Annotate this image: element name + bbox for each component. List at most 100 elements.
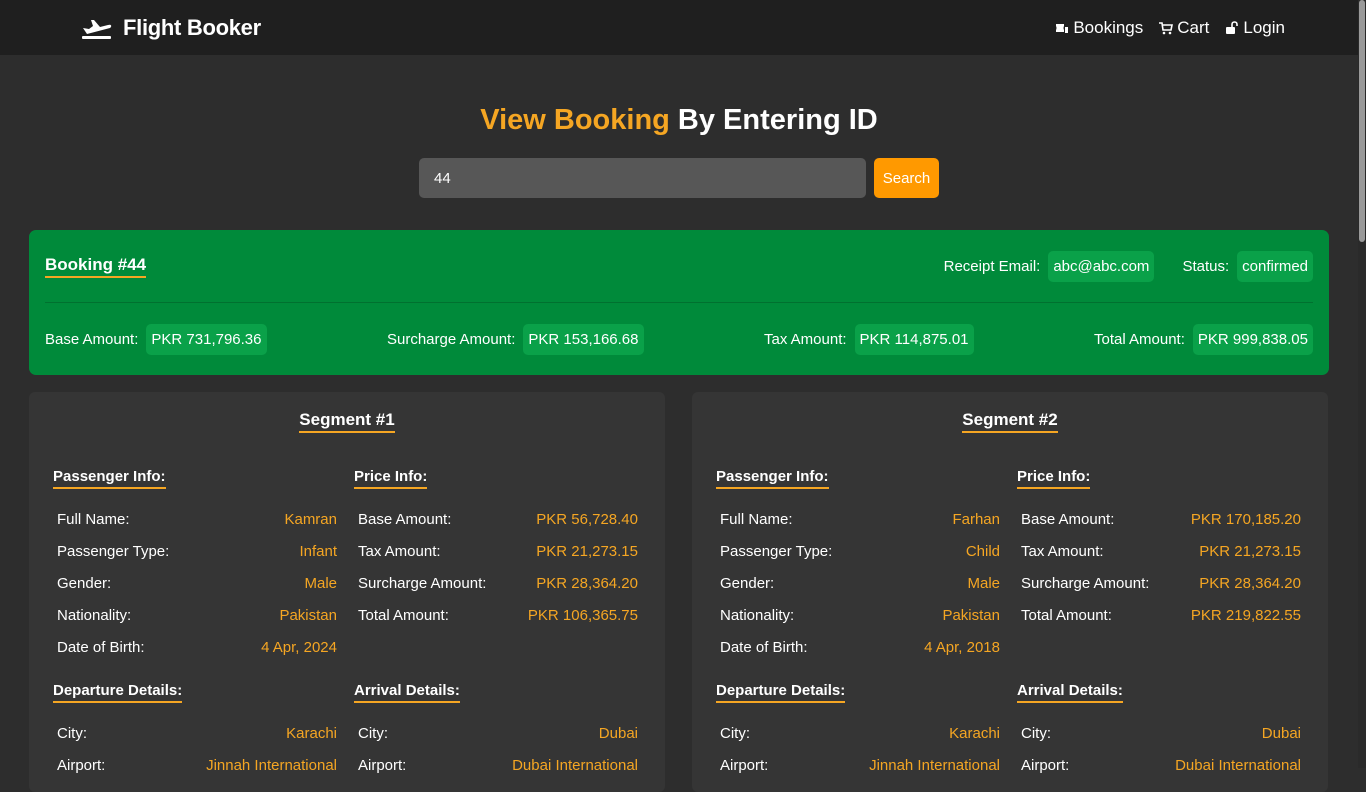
label: Total Amount: xyxy=(1021,606,1112,624)
arrival-airport: Airport: Dubai International xyxy=(1017,749,1301,781)
value: Karachi xyxy=(286,724,337,742)
arrival-airport: Airport: Dubai International xyxy=(354,749,638,781)
arrival-details: Arrival Details: City: Dubai Airport: Duba… xyxy=(1017,682,1301,781)
value: Dubai International xyxy=(1175,756,1301,774)
value: PKR 170,185.20 xyxy=(1190,510,1301,528)
label: Total Amount: xyxy=(358,606,449,624)
value: Karachi xyxy=(949,724,1000,742)
arrival-details-heading: Arrival Details: xyxy=(354,682,460,703)
unlock-icon xyxy=(1226,20,1239,34)
value: Dubai xyxy=(1261,724,1301,742)
value: Child xyxy=(965,542,1000,560)
price-info-heading: Price Info: xyxy=(354,468,428,489)
plane-icon xyxy=(82,19,112,39)
passenger-dob: Date of Birth: 4 Apr, 2018 xyxy=(716,631,1000,663)
value: Kamran xyxy=(284,510,337,528)
price-total: Total Amount: PKR 106,365.75 xyxy=(354,599,638,631)
departure-details: Departure Details: City: Karachi Airport:… xyxy=(716,682,1000,781)
label: City: xyxy=(358,724,388,742)
segment-card-2: Segment #2 Passenger Info: Full Name: Far… xyxy=(692,392,1328,792)
cart-icon xyxy=(1159,21,1174,34)
label: Surcharge Amount: xyxy=(358,574,487,592)
brand-name: Flight Booker xyxy=(123,14,261,40)
surcharge-amount: Surcharge Amount: PKR 153,166.68 xyxy=(386,323,644,355)
price-info: Price Info: Base Amount: PKR 170,185.20 T… xyxy=(1017,468,1301,631)
booking-amounts: Base Amount: PKR 731,796.36 Surcharge Am… xyxy=(45,303,1313,375)
total-amount: Total Amount: PKR 999,838.05 xyxy=(1094,323,1313,355)
passenger-type: Passenger Type: Child xyxy=(716,535,1000,567)
booking-id-input[interactable] xyxy=(419,158,866,198)
value: PKR 56,728.40 xyxy=(536,510,638,528)
value: Jinnah International xyxy=(869,756,1000,774)
departure-details-list: City: Karachi Airport: Jinnah Internationa… xyxy=(53,717,337,781)
value: PKR 28,364.20 xyxy=(1199,574,1301,592)
arrival-details-list: City: Dubai Airport: Dubai International xyxy=(354,717,638,781)
price-info-list: Base Amount: PKR 56,728.40 Tax Amount: PKR… xyxy=(354,503,638,631)
base-amount-value: PKR 731,796.36 xyxy=(146,323,267,355)
value: PKR 21,273.15 xyxy=(1199,542,1301,560)
value: Dubai xyxy=(598,724,638,742)
value: Dubai International xyxy=(512,756,638,774)
tax-amount-value: PKR 114,875.01 xyxy=(854,323,974,355)
segment-title: Segment #2 xyxy=(692,410,1328,433)
label: Airport: xyxy=(358,756,407,774)
receipt-email-value: abc@abc.com xyxy=(1048,250,1155,282)
label: Airport: xyxy=(720,756,769,774)
label: Passenger Type: xyxy=(57,542,170,560)
arrival-city: City: Dubai xyxy=(354,717,638,749)
passenger-info-heading: Passenger Info: xyxy=(53,468,166,489)
label: Surcharge Amount: xyxy=(1021,574,1150,592)
nav-bookings-label: Bookings xyxy=(1073,17,1144,37)
status-badge: confirmed xyxy=(1237,250,1313,282)
scrollbar-thumb[interactable] xyxy=(1359,0,1365,242)
arrival-details-heading: Arrival Details: xyxy=(1017,682,1123,703)
segment-title: Segment #1 xyxy=(29,410,665,433)
passenger-info-list: Full Name: Kamran Passenger Type: Infant G… xyxy=(53,503,337,663)
nav-login-link[interactable]: Login xyxy=(1225,18,1285,38)
booking-summary-card: Booking #44 Receipt Email: abc@abc.com S… xyxy=(29,230,1329,375)
nav-bookings-link[interactable]: Bookings xyxy=(1055,18,1143,38)
surcharge-amount-label: Surcharge Amount: xyxy=(386,330,516,348)
scrollbar[interactable] xyxy=(1358,0,1366,768)
label: Gender: xyxy=(57,574,112,592)
departure-city: City: Karachi xyxy=(716,717,1000,749)
passenger-full-name: Full Name: Kamran xyxy=(53,503,337,535)
nav-cart-link[interactable]: Cart xyxy=(1159,18,1209,38)
label: Nationality: xyxy=(720,606,795,624)
label: Gender: xyxy=(720,574,775,592)
price-surcharge: Surcharge Amount: PKR 28,364.20 xyxy=(1017,567,1301,599)
departure-details-heading: Departure Details: xyxy=(716,682,846,703)
passenger-type: Passenger Type: Infant xyxy=(53,535,337,567)
label: City: xyxy=(1021,724,1051,742)
value: Jinnah International xyxy=(206,756,337,774)
surcharge-amount-value: PKR 153,166.68 xyxy=(523,323,644,355)
passenger-nationality: Nationality: Pakistan xyxy=(716,599,1000,631)
tax-amount-label: Tax Amount: xyxy=(763,330,847,348)
passenger-full-name: Full Name: Farhan xyxy=(716,503,1000,535)
segment-title-text: Segment #1 xyxy=(299,410,395,433)
label: Passenger Type: xyxy=(720,542,833,560)
price-total: Total Amount: PKR 219,822.55 xyxy=(1017,599,1301,631)
arrival-details: Arrival Details: City: Dubai Airport: Duba… xyxy=(354,682,638,781)
label: Airport: xyxy=(57,756,106,774)
nav-cart-label: Cart xyxy=(1177,17,1210,37)
page-title-accent: View Booking xyxy=(480,104,670,136)
price-info: Price Info: Base Amount: PKR 56,728.40 Ta… xyxy=(354,468,638,631)
value: PKR 28,364.20 xyxy=(536,574,638,592)
search-button[interactable]: Search xyxy=(874,158,939,198)
status-label: Status: xyxy=(1182,257,1230,275)
label: Full Name: xyxy=(57,510,130,528)
total-amount-value: PKR 999,838.05 xyxy=(1192,323,1313,355)
navbar: Flight Booker Bookings Cart Login xyxy=(0,0,1366,55)
nav-login-label: Login xyxy=(1243,17,1285,37)
value: PKR 21,273.15 xyxy=(536,542,638,560)
value: Infant xyxy=(299,542,337,560)
departure-details-list: City: Karachi Airport: Jinnah Internationa… xyxy=(716,717,1000,781)
passenger-nationality: Nationality: Pakistan xyxy=(53,599,337,631)
segment-card-1: Segment #1 Passenger Info: Full Name: Kam… xyxy=(29,392,665,792)
price-info-list: Base Amount: PKR 170,185.20 Tax Amount: PK… xyxy=(1017,503,1301,631)
price-surcharge: Surcharge Amount: PKR 28,364.20 xyxy=(354,567,638,599)
price-tax: Tax Amount: PKR 21,273.15 xyxy=(354,535,638,567)
label: Tax Amount: xyxy=(1021,542,1104,560)
brand[interactable]: Flight Booker xyxy=(81,15,261,41)
